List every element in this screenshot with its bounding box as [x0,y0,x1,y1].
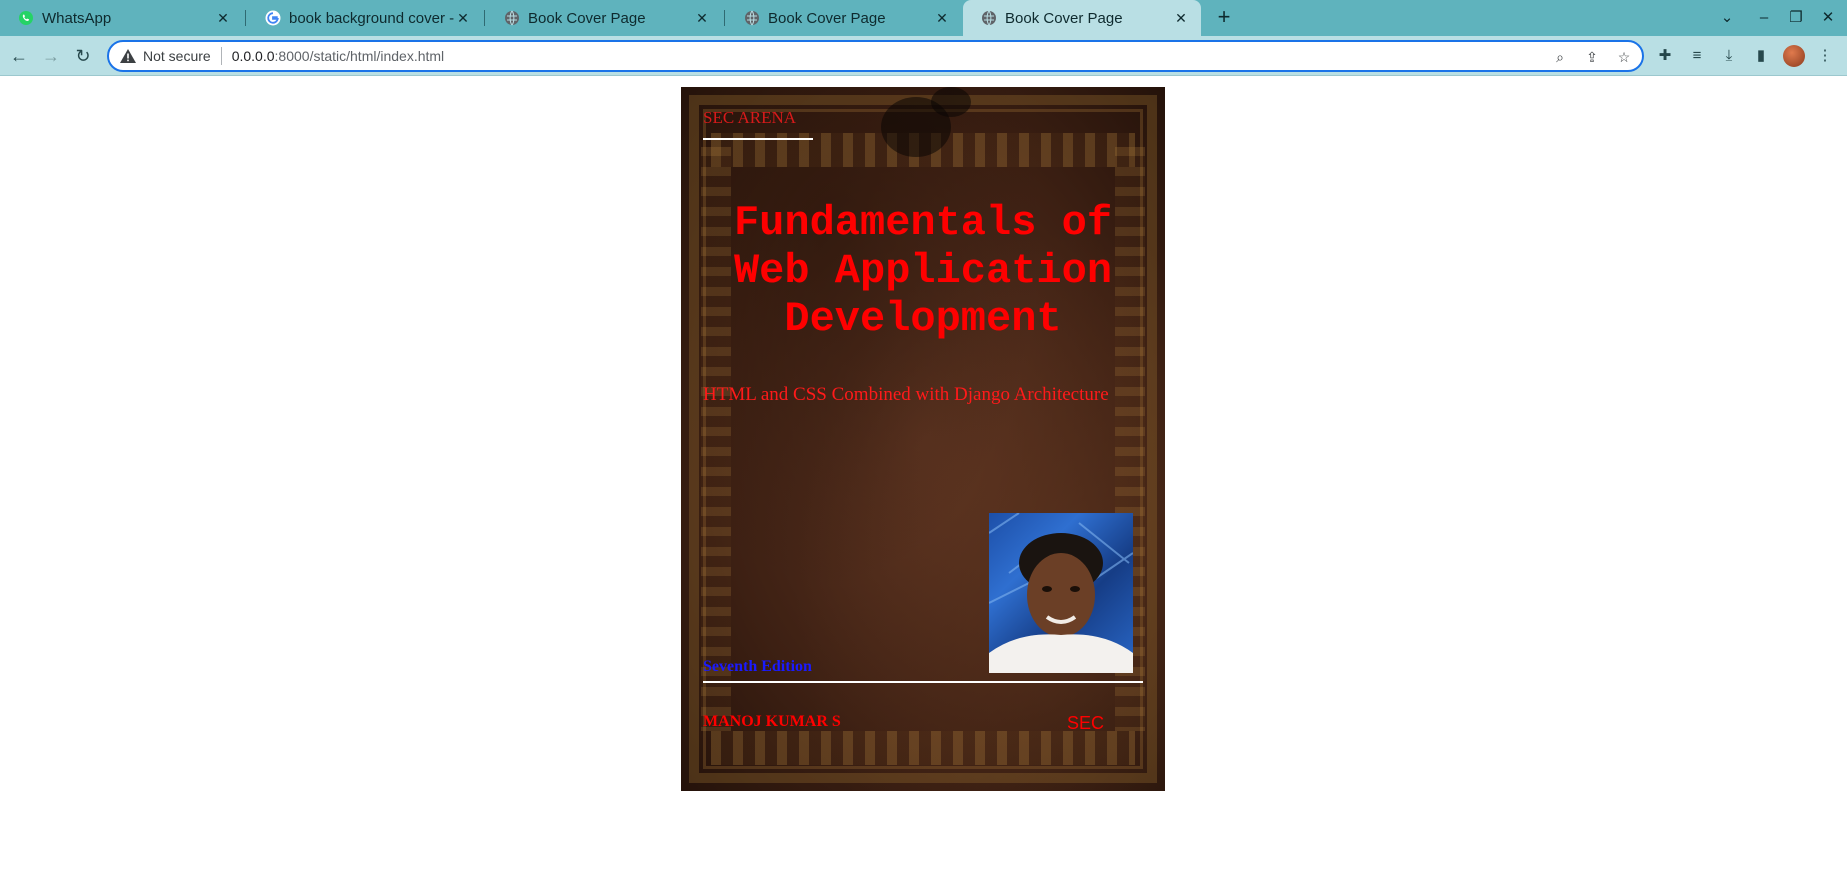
author-photo [989,513,1133,673]
url-host: 0.0.0.0 [231,48,275,64]
close-tab-icon[interactable]: ✕ [215,10,231,26]
globe-icon [982,10,996,26]
forward-button[interactable]: → [38,43,64,69]
tab-title: Book Cover Page [1005,9,1123,27]
tab-divider [245,10,246,26]
zoom-icon[interactable]: ⌕ [1551,48,1569,66]
minimize-icon: – [1759,9,1769,26]
tab-title: Book Cover Page [528,9,646,27]
tab-divider [484,10,485,26]
url-text[interactable]: 0.0.0.0:8000/static/html/index.html [232,48,444,64]
omnibox-divider [220,47,222,65]
google-icon [265,10,281,26]
menu-icon[interactable]: ⋮ [1815,46,1835,66]
back-button[interactable]: ← [6,43,32,69]
share-icon[interactable]: ⇪ [1583,48,1601,66]
close-window-button[interactable]: ✕ [1816,6,1840,30]
download-icon[interactable]: ⤓ [1719,46,1739,66]
tab-google-search[interactable]: book background cover - ✕ [247,0,483,36]
reload-button[interactable]: ↻ [70,43,96,69]
star-icon[interactable]: ☆ [1615,48,1633,66]
extensions-icon[interactable]: ✚ [1655,46,1675,66]
cover-stain [931,87,971,117]
arrow-left-icon: ← [10,46,28,66]
tab-book-cover-1[interactable]: Book Cover Page ✕ [486,0,722,36]
close-tab-icon[interactable]: ✕ [1173,10,1189,26]
book-title: Fundamentals of Web Application Developm… [733,199,1113,343]
warning-icon [120,49,136,63]
address-bar[interactable]: Not secure 0.0.0.0:8000/static/html/inde… [107,40,1644,72]
globe-icon [505,10,519,26]
close-tab-icon[interactable]: ✕ [694,10,710,26]
close-tab-icon[interactable]: ✕ [455,10,471,26]
tab-book-cover-2[interactable]: Book Cover Page ✕ [726,0,962,36]
publisher-underline [703,138,813,140]
publisher-name: SEC ARENA [703,108,797,127]
reload-icon: ↻ [75,46,91,66]
minimize-button[interactable]: – [1752,6,1776,30]
new-tab-button[interactable]: + [1212,6,1236,30]
globe-icon [745,10,759,26]
side-panel-icon[interactable]: ▮ [1751,46,1771,66]
security-label[interactable]: Not secure [143,48,211,64]
restore-button[interactable]: ❐ [1784,6,1808,30]
profile-avatar[interactable] [1783,45,1805,67]
tab-title: WhatsApp [42,9,112,27]
tab-strip: WhatsApp ✕ book background cover - ✕ Boo… [0,0,1847,36]
close-tab-icon[interactable]: ✕ [934,10,950,26]
arrow-right-icon: → [42,46,60,66]
edition-divider [703,681,1143,683]
plus-icon: + [1217,4,1231,29]
author-portrait-image [989,513,1133,673]
author-name: MANOJ KUMAR S [703,713,841,730]
tab-search-button[interactable]: ⌄ [1715,6,1739,30]
edition-label: Seventh Edition [703,658,812,675]
reading-list-icon[interactable]: ≡ [1687,46,1707,66]
tab-book-cover-active[interactable]: Book Cover Page ✕ [963,0,1201,36]
restore-icon: ❐ [1789,9,1803,26]
tab-title: Book Cover Page [768,9,886,27]
chevron-down-icon: ⌄ [1720,9,1734,26]
tab-divider [724,10,725,26]
url-path: :8000/static/html/index.html [274,48,445,64]
close-icon: ✕ [1821,9,1835,26]
cover-ornament-bottom [711,731,1135,765]
tab-title: book background cover - [289,9,455,27]
whatsapp-icon [19,11,33,25]
browser-toolbar: ← → ↻ Not secure 0.0.0.0:8000/static/htm… [0,36,1847,76]
book-subtitle: HTML and CSS Combined with Django Archit… [703,384,1109,405]
tab-whatsapp[interactable]: WhatsApp ✕ [0,0,243,36]
book-cover: SEC ARENA Fundamentals of Web Applicatio… [681,87,1165,791]
imprint-label: SEC [1067,713,1105,733]
